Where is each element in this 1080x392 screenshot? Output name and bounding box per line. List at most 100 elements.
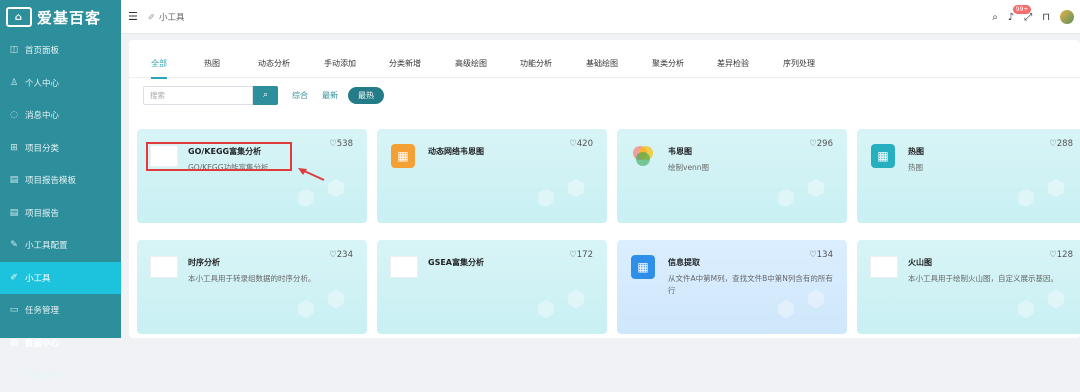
tab-advanced[interactable]: 高级绘图 (455, 50, 487, 78)
like-count[interactable]: ♡420 (569, 139, 593, 149)
filter-latest[interactable]: 最新 (322, 90, 338, 101)
extract-icon: ▦ (631, 255, 655, 279)
dashboard-icon: ◫ (9, 45, 19, 56)
sidebar-item-label: 帮助文档 (25, 371, 60, 382)
sidebar-item-report-templates[interactable]: ▤ 项目报告模板 (0, 164, 121, 197)
fullscreen-icon[interactable]: ⤢ (1024, 12, 1032, 23)
sidebar-item-label: 首页面板 (25, 46, 60, 57)
sidebar-item-reports[interactable]: ▤ 项目报告 (0, 197, 121, 230)
tab-function[interactable]: 功能分析 (520, 50, 552, 78)
tab-all[interactable]: 全部 (151, 50, 167, 79)
sidebar-item-label: 项目分类 (25, 143, 60, 154)
like-count[interactable]: ♡172 (569, 250, 593, 260)
task-icon: ▭ (9, 305, 19, 316)
like-count[interactable]: ♡296 (809, 139, 833, 149)
card-title: 时序分析 (188, 258, 220, 267)
message-icon: ◌ (10, 110, 18, 121)
card-title: 热图 (908, 147, 924, 156)
tool-card[interactable]: ▦ ♡134 信息提取 从文件A中第M列，查找文件B中第N列含有的所有行 (617, 240, 847, 334)
search-button[interactable]: ⌕ (253, 85, 278, 105)
search-input[interactable]: 搜索 (143, 85, 253, 105)
sidebar-item-help[interactable]: ? 帮助文档 (0, 359, 121, 392)
tool-card[interactable]: ▦ ♡288 热图 热图 (857, 129, 1080, 223)
tab-sequence[interactable]: 序列处理 (783, 50, 815, 78)
sidebar-item-label: 项目报告 (25, 208, 60, 219)
logo-text: 爱基百客 (37, 8, 102, 27)
tool-card[interactable]: ♡234 时序分析 本小工具用于转录组数据的时序分析。 (137, 240, 367, 334)
card-title: 动态网络韦恩图 (428, 147, 484, 156)
tool-card[interactable]: ♡296 韦恩图 绘制venn图 (617, 129, 847, 223)
tab-cluster[interactable]: 聚类分析 (652, 50, 684, 78)
search-icon: ⌕ (262, 89, 269, 100)
tool-icon: ✐ (10, 272, 18, 283)
search-row: 搜索 ⌕ 综合 最新 最热 (143, 85, 384, 105)
tool-icon: ✐ (147, 12, 155, 23)
tab-dynamic[interactable]: 动态分析 (258, 50, 290, 78)
sidebar-item-data-center[interactable]: ▦ 数据中心 (0, 327, 121, 360)
tool-card[interactable]: ♡128 火山图 本小工具用于绘制火山图，自定义展示基因。 (857, 240, 1080, 334)
sidebar-item-tool-config[interactable]: ✎ 小工具配置 (0, 229, 121, 262)
tab-class-add[interactable]: 分类新增 (389, 50, 421, 78)
logo[interactable]: ⌂ 爱基百客 (0, 0, 121, 34)
highlight-box (146, 142, 292, 171)
sidebar-item-label: 数据中心 (25, 338, 60, 349)
like-count[interactable]: ♡134 (809, 250, 833, 260)
lock-icon[interactable]: ⊓ (1042, 12, 1050, 23)
sidebar-item-tools[interactable]: ✐ 小工具 (0, 261, 121, 294)
tool-card[interactable]: ♡538 GO/KEGG富集分析 GO/KEGG功能富集分析 (137, 129, 367, 223)
volcano-thumbnail-icon (870, 256, 898, 278)
like-count[interactable]: ♡128 (1049, 250, 1073, 260)
sidebar-item-label: 消息中心 (25, 111, 60, 122)
report-icon: ▤ (9, 207, 19, 218)
topbar-actions: ⌕ ♪ 99+ ⤢ ⊓ (982, 0, 1074, 34)
sidebar-item-categories[interactable]: ⊞ 项目分类 (0, 132, 121, 165)
edit-icon: ✎ (10, 240, 18, 251)
grid-icon: ⊞ (10, 142, 18, 153)
menu-toggle-icon[interactable]: ☰ (128, 10, 138, 23)
sidebar-item-label: 小工具 (25, 273, 51, 284)
venn-icon (631, 144, 655, 168)
breadcrumb: ✐ 小工具 (148, 11, 185, 23)
sidebar-item-label: 个人中心 (25, 78, 60, 89)
breadcrumb-current: 小工具 (159, 12, 185, 23)
avatar[interactable] (1060, 10, 1074, 24)
user-icon: ♙ (9, 77, 19, 88)
filter-comprehensive[interactable]: 综合 (292, 90, 308, 101)
card-desc: 从文件A中第M列，查找文件B中第N列含有的所有行 (668, 274, 833, 295)
search-icon[interactable]: ⌕ (992, 12, 998, 23)
card-desc: 本小工具用于绘制火山图，自定义展示基因。 (908, 274, 1058, 283)
tool-card[interactable]: ♡172 GSEA富集分析 (377, 240, 607, 334)
dynamic-venn-icon: ▦ (391, 144, 415, 168)
tab-basic[interactable]: 基础绘图 (586, 50, 618, 78)
pointer-arrow-icon (298, 168, 325, 181)
sidebar-item-tasks[interactable]: ▭ 任务管理 (0, 294, 121, 327)
like-count[interactable]: ♡288 (1049, 139, 1073, 149)
main-content: 全部 热图 动态分析 手动添加 分类新增 高级绘图 功能分析 基础绘图 聚类分析… (129, 40, 1080, 338)
sidebar-item-label: 项目报告模板 (25, 176, 77, 187)
card-title: GSEA富集分析 (428, 258, 484, 267)
gsea-thumbnail-icon (390, 256, 418, 278)
data-icon: ▦ (9, 337, 19, 348)
logo-icon: ⌂ (6, 7, 32, 27)
timeseries-thumbnail-icon (150, 256, 178, 278)
bell-icon[interactable]: ♪ 99+ (1008, 4, 1032, 23)
tab-heatmap[interactable]: 热图 (204, 50, 220, 78)
sidebar-item-dashboard[interactable]: ◫ 首页面板 (0, 34, 121, 67)
card-desc: 热图 (908, 163, 923, 172)
card-title: 火山图 (908, 258, 932, 267)
card-desc: 本小工具用于转录组数据的时序分析。 (188, 274, 316, 283)
filter-hottest[interactable]: 最热 (348, 86, 384, 104)
sidebar-item-messages[interactable]: ◌ 消息中心 (0, 99, 121, 132)
like-count[interactable]: ♡538 (329, 139, 353, 149)
tab-manual[interactable]: 手动添加 (324, 50, 356, 78)
sidebar-item-profile[interactable]: ♙ 个人中心 (0, 67, 121, 100)
like-count[interactable]: ♡234 (329, 250, 353, 260)
tab-diff[interactable]: 差异检验 (717, 50, 749, 78)
sidebar-item-label: 任务管理 (25, 306, 60, 317)
category-tabs: 全部 热图 动态分析 手动添加 分类新增 高级绘图 功能分析 基础绘图 聚类分析… (129, 50, 1080, 79)
card-title: 信息提取 (668, 258, 700, 267)
tool-card[interactable]: ▦ ♡420 动态网络韦恩图 (377, 129, 607, 223)
sidebar-item-label: 小工具配置 (25, 241, 68, 252)
help-icon: ? (11, 370, 17, 381)
card-title: 韦恩图 (668, 147, 692, 156)
